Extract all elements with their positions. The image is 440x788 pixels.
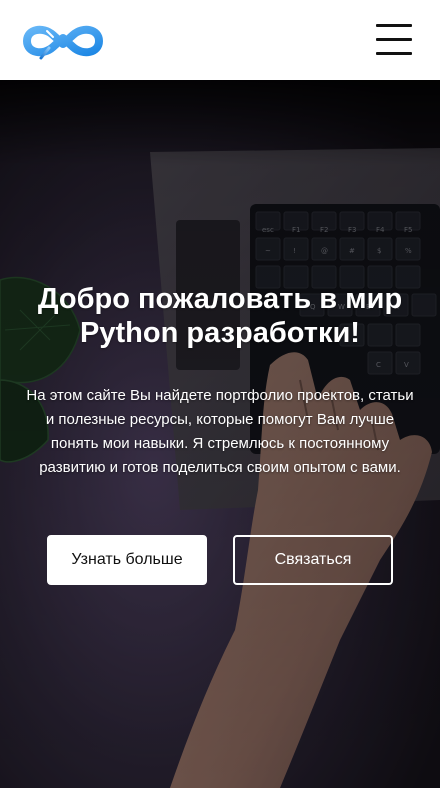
site-logo[interactable] [19, 20, 107, 62]
hero-section: esc F1 F2 F3 F4 F5 ~ ! @ # $ % Q W E R C… [0, 80, 440, 788]
learn-more-button[interactable]: Узнать больше [47, 535, 207, 585]
contact-button[interactable]: Связаться [233, 535, 393, 585]
menu-button[interactable] [376, 24, 412, 55]
menu-line [376, 52, 412, 55]
hero-title: Добро пожаловать в мир Python разработки… [37, 283, 403, 349]
infinity-logo-icon [23, 25, 103, 60]
menu-line [376, 38, 412, 41]
hero-description: На этом сайте Вы найдете портфолио проек… [26, 387, 414, 476]
site-header [0, 0, 440, 80]
hero-content: Добро пожаловать в мир Python разработки… [0, 80, 440, 788]
menu-line [376, 24, 412, 27]
